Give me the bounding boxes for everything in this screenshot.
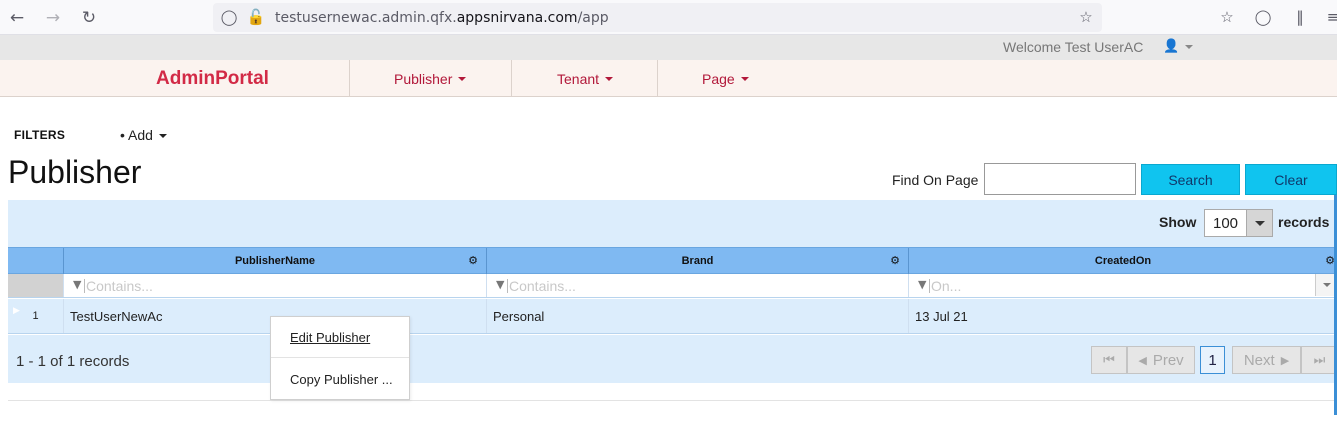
first-page-icon: ⏮	[1103, 352, 1115, 368]
row-number: 1	[32, 310, 39, 322]
chevron-left-icon: ◀	[1138, 353, 1147, 367]
user-icon: 👤	[1163, 39, 1180, 54]
page-title: Publisher	[8, 154, 142, 190]
browser-toolbar: ← → ↻ ◯ 🔓 testusernewac.admin.qfx.appsni…	[0, 0, 1337, 35]
cell-brand[interactable]: Personal	[486, 299, 908, 333]
pocket-icon[interactable]: ◯	[1252, 6, 1274, 28]
add-menu[interactable]: • Add	[120, 127, 167, 143]
filter-icon[interactable]: ▼	[918, 278, 926, 291]
record-count: 1 - 1 of 1 records	[16, 353, 130, 370]
show-label: Show	[1159, 214, 1197, 230]
user-menu[interactable]: 👤	[1163, 39, 1194, 54]
table-row[interactable]: 1 ▶ TestUserNewAc Personal 13 Jul 21	[8, 299, 1337, 334]
column-header-label: PublisherName	[234, 255, 316, 267]
page-size-select[interactable]: 100	[1204, 209, 1273, 237]
chevron-down-icon	[1185, 44, 1194, 49]
nav-publisher-label: Publisher	[394, 70, 453, 87]
last-page-icon: ⏭	[1313, 352, 1326, 368]
find-on-page-label: Find On Page	[892, 172, 979, 188]
cell-createdon[interactable]: 13 Jul 21	[908, 299, 1337, 333]
next-label: Next	[1243, 351, 1275, 369]
first-page-button[interactable]: ⏮	[1091, 346, 1127, 374]
clear-button[interactable]: Clear	[1245, 164, 1337, 195]
menu-item-label: Copy Publisher ...	[290, 372, 393, 387]
current-page-button[interactable]: 1	[1200, 346, 1225, 374]
prev-label: Prev	[1152, 351, 1184, 369]
url-path: /app	[577, 10, 609, 26]
welcome-text: Welcome Test UserAC	[1003, 39, 1144, 55]
nav-tenant[interactable]: Tenant	[511, 60, 658, 97]
page-size-value: 100	[1213, 215, 1239, 232]
next-page-button[interactable]: Next ▶	[1232, 346, 1301, 374]
column-header-brand[interactable]: Brand ⚙	[486, 248, 908, 274]
prev-page-button[interactable]: ◀ Prev	[1127, 346, 1195, 374]
row-number-header	[8, 248, 63, 274]
copy-publisher-menu-item[interactable]: Copy Publisher ...	[271, 359, 409, 400]
filter-placeholder: Contains...	[86, 278, 153, 294]
last-page-button[interactable]: ⏭	[1301, 346, 1337, 374]
find-on-page-input[interactable]	[984, 163, 1136, 195]
filter-createdon[interactable]: ▼ On...	[908, 274, 1337, 297]
filters-label: FILTERS	[14, 128, 66, 142]
app-navbar: AdminPortal Publisher Tenant Page	[0, 60, 1337, 97]
filter-row-spacer	[8, 274, 63, 297]
welcome-bar: Welcome Test UserAC 👤	[0, 35, 1337, 61]
nav-publisher[interactable]: Publisher	[349, 60, 512, 97]
brand-logo[interactable]: AdminPortal	[156, 68, 269, 90]
row-context-menu: Edit Publisher Copy Publisher ...	[270, 316, 410, 400]
chevron-down-icon	[605, 76, 614, 81]
chevron-right-icon: ▶	[1280, 353, 1290, 367]
url-prefix: testusernewac.admin.qfx.	[275, 10, 457, 26]
reload-icon[interactable]: ↻	[77, 6, 101, 30]
column-header-label: Brand	[681, 255, 714, 267]
save-to-pocket-icon[interactable]: ☆	[1216, 6, 1238, 28]
column-header-createdon[interactable]: CreatedOn ⚙	[908, 248, 1337, 274]
gear-icon[interactable]: ⚙	[468, 254, 478, 267]
nav-tenant-label: Tenant	[557, 70, 600, 87]
forward-icon[interactable]: →	[41, 6, 65, 30]
dropdown-arrow-icon[interactable]	[1246, 210, 1272, 236]
divider	[8, 400, 1337, 401]
back-icon[interactable]: ←	[5, 6, 29, 30]
library-icon[interactable]: ‖	[1289, 6, 1311, 28]
gear-icon[interactable]: ⚙	[890, 254, 900, 267]
filter-icon[interactable]: ▼	[496, 278, 504, 291]
url-host: appsnirvana.com	[456, 10, 578, 26]
insecure-lock-icon[interactable]: 🔓	[245, 6, 267, 28]
chevron-down-icon	[458, 76, 467, 81]
filter-placeholder: On...	[931, 278, 962, 294]
grid-toolbar	[8, 200, 1337, 247]
search-button[interactable]: Search	[1141, 164, 1240, 195]
address-bar[interactable]: ◯ 🔓 testusernewac.admin.qfx.appsnirvana.…	[213, 3, 1102, 32]
app-menu-icon[interactable]: ≡	[1322, 6, 1337, 28]
column-header-publishername[interactable]: PublisherName ⚙	[63, 248, 486, 274]
column-header-label: CreatedOn	[1094, 255, 1152, 267]
filter-publishername[interactable]: ▼ Contains...	[63, 274, 486, 297]
filter-brand[interactable]: ▼ Contains...	[486, 274, 908, 297]
bookmark-star-icon[interactable]: ☆	[1075, 6, 1097, 28]
chevron-down-icon	[740, 76, 749, 81]
url-text[interactable]: testusernewac.admin.qfx.appsnirvana.com/…	[275, 10, 609, 26]
shield-icon[interactable]: ◯	[218, 6, 240, 28]
filter-placeholder: Contains...	[509, 278, 576, 294]
grid-header: PublisherName ⚙ Brand ⚙ CreatedOn ⚙	[8, 247, 1337, 274]
row-indicator-icon: ▶	[13, 306, 20, 316]
chevron-down-icon	[158, 134, 167, 139]
add-menu-label: Add	[128, 127, 153, 143]
edit-publisher-menu-item[interactable]: Edit Publisher	[271, 317, 409, 358]
menu-item-label: Edit Publisher	[290, 329, 371, 345]
nav-page-label: Page	[702, 70, 735, 87]
filter-icon[interactable]: ▼	[73, 278, 81, 291]
nav-page[interactable]: Page	[657, 60, 777, 97]
records-label: records	[1278, 214, 1330, 230]
grid-filter-row: ▼ Contains... ▼ Contains... ▼ On...	[8, 274, 1337, 298]
